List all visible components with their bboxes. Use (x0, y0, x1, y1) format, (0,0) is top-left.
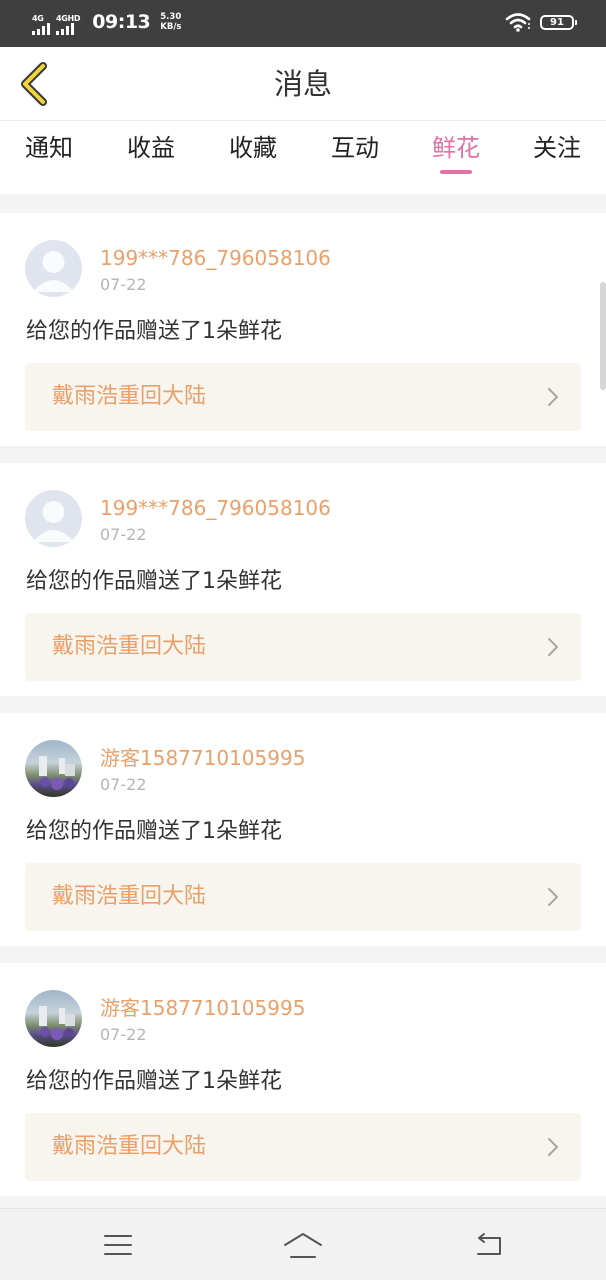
home-button[interactable] (273, 1225, 333, 1265)
back-nav-button[interactable] (458, 1225, 518, 1265)
tab-notifications[interactable]: 通知 (9, 130, 89, 166)
system-nav-bar (0, 1208, 606, 1280)
work-title: 戴雨浩重回大陆 (52, 884, 207, 909)
message-text: 给您的作品赠送了1朵鲜花 (26, 819, 282, 844)
avatar[interactable] (25, 740, 82, 797)
status-left: 4G 4GHD 09:13 5.30 KB/s (32, 9, 182, 35)
default-avatar-icon (33, 251, 74, 292)
network-speed-value: 5.30 (160, 12, 182, 22)
message-date: 07-22 (100, 275, 147, 294)
signal-bars-icon (32, 23, 50, 35)
work-title: 戴雨浩重回大陆 (52, 384, 207, 409)
chevron-right-icon (548, 888, 558, 906)
username[interactable]: 199***786_796058106 (100, 495, 331, 521)
signal-bars-icon (56, 23, 74, 35)
network-type-1: 4G (32, 14, 44, 23)
signal-2: 4GHD (56, 14, 81, 35)
avatar[interactable] (25, 990, 82, 1047)
back-icon (477, 1233, 501, 1255)
status-right: 91 (505, 12, 577, 32)
work-link[interactable]: 戴雨浩重回大陆 (25, 613, 581, 681)
default-avatar-icon (33, 501, 74, 542)
avatar[interactable] (25, 490, 82, 547)
battery-level: 91 (550, 16, 564, 28)
message-date: 07-22 (100, 1025, 147, 1044)
scrollbar[interactable] (600, 282, 606, 390)
menu-icon (104, 1235, 132, 1255)
chevron-right-icon (548, 1138, 558, 1156)
message-card: 199***786_796058106 07-22 给您的作品赠送了1朵鲜花 戴… (0, 213, 606, 446)
work-link[interactable]: 戴雨浩重回大陆 (25, 363, 581, 431)
tab-earnings[interactable]: 收益 (111, 130, 191, 166)
network-speed-unit: KB/s (160, 22, 182, 32)
photo-avatar-icon (39, 1006, 75, 1040)
status-time: 09:13 (92, 11, 151, 33)
home-icon (284, 1233, 322, 1258)
page-title: 消息 (273, 67, 332, 101)
message-text: 给您的作品赠送了1朵鲜花 (26, 319, 282, 344)
message-date: 07-22 (100, 525, 147, 544)
tab-interactions[interactable]: 互动 (315, 130, 395, 166)
wifi-icon (505, 13, 531, 32)
tab-following[interactable]: 关注 (517, 130, 597, 166)
work-title: 戴雨浩重回大陆 (52, 1134, 207, 1159)
work-link[interactable]: 戴雨浩重回大陆 (25, 1113, 581, 1181)
header: 消息 (0, 47, 606, 120)
message-date: 07-22 (100, 775, 147, 794)
status-bar: 4G 4GHD 09:13 5.30 KB/s 91 (0, 0, 606, 47)
message-text: 给您的作品赠送了1朵鲜花 (26, 1069, 282, 1094)
tab-flowers[interactable]: 鲜花 (416, 130, 496, 174)
network-type-2: 4GHD (56, 14, 81, 23)
work-title: 戴雨浩重回大陆 (52, 634, 207, 659)
avatar[interactable] (25, 240, 82, 297)
username[interactable]: 游客1587710105995 (100, 745, 305, 771)
battery-icon: 91 (540, 14, 577, 30)
signal-1: 4G (32, 14, 50, 35)
chevron-right-icon (548, 638, 558, 656)
photo-avatar-icon (39, 756, 75, 790)
message-card: 199***786_796058106 07-22 给您的作品赠送了1朵鲜花 戴… (0, 463, 606, 696)
username[interactable]: 199***786_796058106 (100, 245, 331, 271)
message-text: 给您的作品赠送了1朵鲜花 (26, 569, 282, 594)
chevron-right-icon (548, 388, 558, 406)
message-card: 游客1587710105995 07-22 给您的作品赠送了1朵鲜花 戴雨浩重回… (0, 713, 606, 946)
network-speed: 5.30 KB/s (160, 12, 181, 32)
work-link[interactable]: 戴雨浩重回大陆 (25, 863, 581, 931)
tab-bar: 通知 收益 收藏 互动 鲜花 关注 (0, 120, 606, 194)
tab-favorites[interactable]: 收藏 (213, 130, 293, 166)
message-card: 游客1587710105995 07-22 给您的作品赠送了1朵鲜花 戴雨浩重回… (0, 963, 606, 1196)
menu-button[interactable] (88, 1225, 148, 1265)
username[interactable]: 游客1587710105995 (100, 995, 305, 1021)
